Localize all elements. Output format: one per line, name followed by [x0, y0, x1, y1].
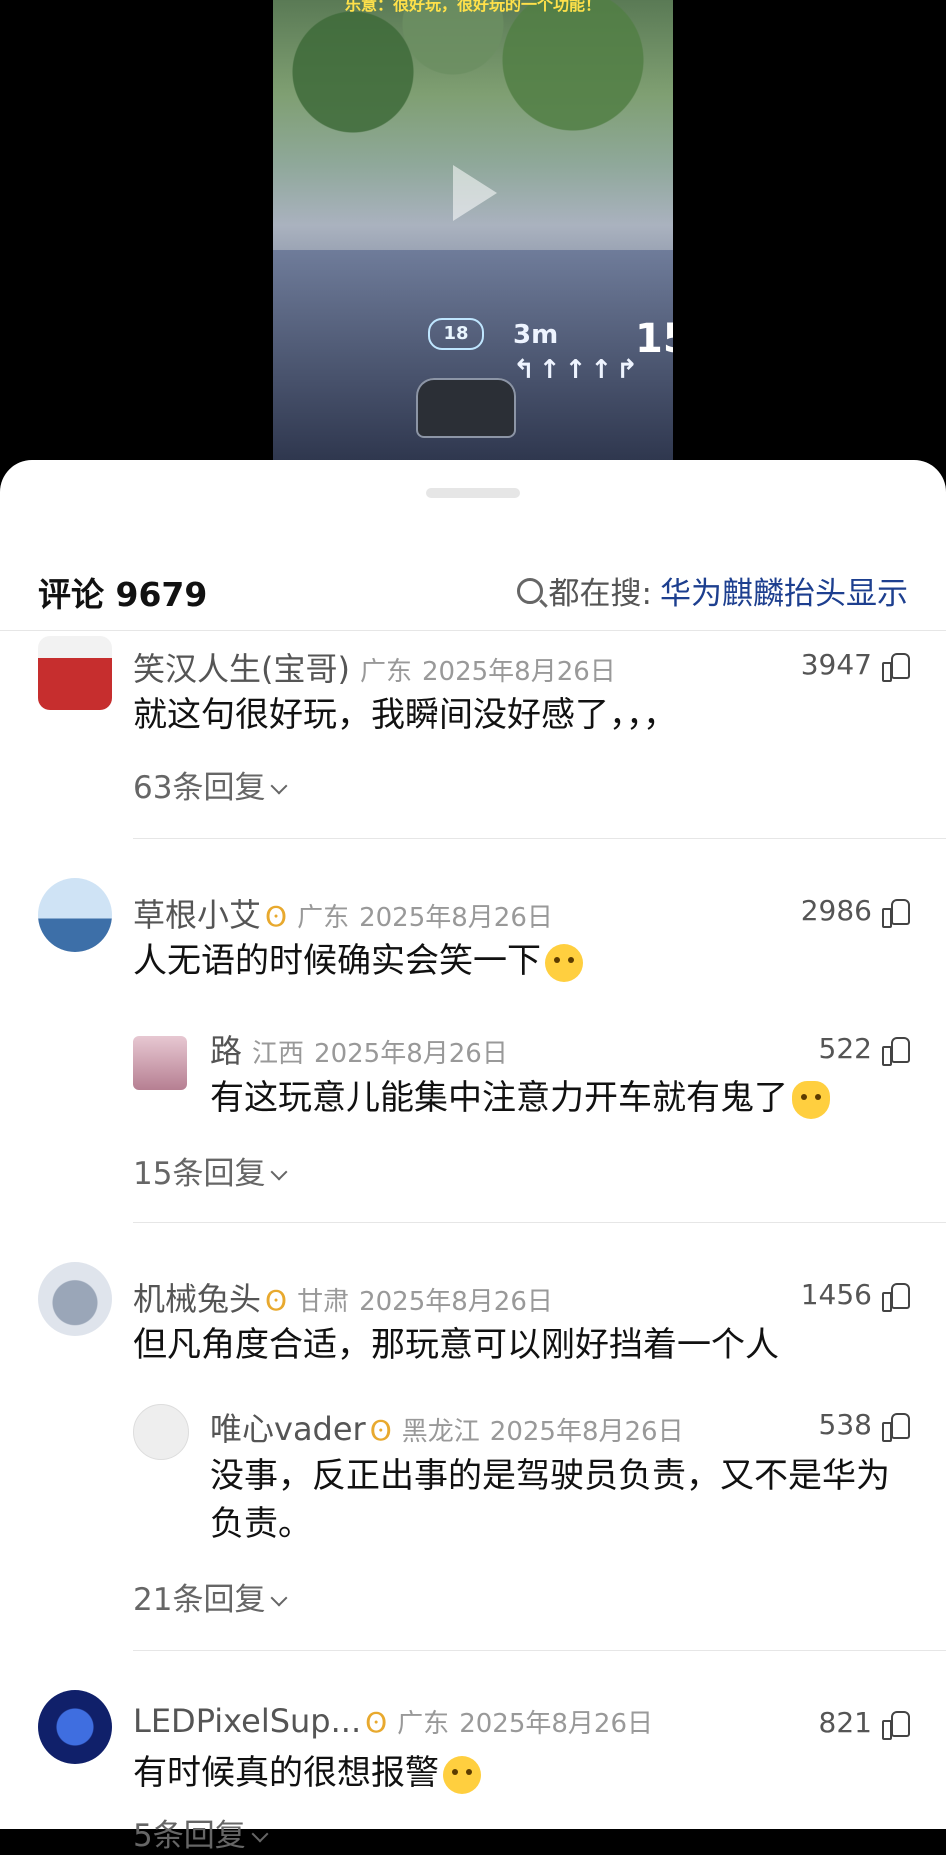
vip-badge-icon: ʘ [369, 1414, 392, 1447]
cat-face-emoji-icon [792, 1080, 830, 1119]
avatar[interactable] [133, 1404, 189, 1460]
video-player[interactable]: 乐意：很好玩，很好玩的一个功能！ 18 3m ↰↑↑↑↱ 15 [273, 0, 673, 470]
chevron-down-icon [270, 1589, 288, 1607]
car-image [416, 378, 516, 438]
avatar[interactable] [38, 636, 112, 710]
like-button[interactable]: 522 [819, 1032, 910, 1066]
comment-text: 人无语的时候确实会笑一下 [133, 936, 583, 986]
video-area[interactable]: 乐意：很好玩，很好玩的一个功能！ 18 3m ↰↑↑↑↱ 15 [0, 0, 946, 480]
comment-text: 有时候真的很想报警 [133, 1748, 481, 1798]
search-icon [516, 577, 543, 604]
chevron-down-icon [270, 1163, 288, 1181]
reply-author[interactable]: 唯心vader ʘ 黑龙江 2025年8月26日 [210, 1404, 684, 1450]
reply-text: 没事，反正出事的是驾驶员负责，又不是华为负责。 [210, 1456, 890, 1544]
expand-replies-button[interactable]: 63条回复 [133, 762, 288, 807]
search-suggestion[interactable]: 都在搜: 华为麒麟抬头显示 [516, 568, 908, 613]
search-prefix: 都在搜: [548, 576, 652, 612]
like-button[interactable]: 2986 [801, 894, 910, 928]
reply-text: 有这玩意儿能集中注意力开车就有鬼了 [210, 1074, 910, 1122]
vip-badge-icon: ʘ [265, 1284, 288, 1317]
comment-text: 但凡角度合适，那玩意可以刚好挡着一个人 [133, 1325, 779, 1365]
thumbs-up-icon [882, 898, 910, 928]
comment-divider [133, 1650, 946, 1651]
hud-turn-distance: 3m [513, 320, 559, 350]
drag-handle[interactable] [426, 488, 520, 498]
hud-speed-pill: 18 [428, 318, 484, 350]
expand-replies-button[interactable]: 5条回复 [133, 1810, 269, 1855]
comment-author[interactable]: 笑汉人生(宝哥) 广东 2025年8月26日 [133, 644, 616, 690]
comment-text: 就这句很好玩，我瞬间没好感了，，， [133, 695, 677, 735]
hud-speed: 15 [635, 316, 673, 362]
avatar[interactable] [38, 1690, 112, 1764]
comment-header: 评论 9679 都在搜: 华为麒麟抬头显示 [0, 550, 946, 630]
thumbs-up-icon [882, 1412, 910, 1442]
comment-sheet: 评论 9679 都在搜: 华为麒麟抬头显示 笑汉人生(宝哥) 广东 2025年8月2… [0, 460, 946, 1854]
like-button[interactable]: 821 [819, 1706, 910, 1740]
chevron-down-icon [270, 777, 288, 795]
avatar[interactable] [133, 1036, 187, 1090]
play-icon[interactable] [453, 165, 497, 221]
comment-divider [133, 1222, 946, 1223]
vip-badge-icon: ʘ [365, 1706, 388, 1739]
like-button[interactable]: 1456 [801, 1278, 910, 1312]
comment-divider [133, 838, 946, 839]
avatar[interactable] [38, 878, 112, 952]
comment-author[interactable]: 机械兔头 ʘ 甘肃 2025年8月26日 [133, 1274, 553, 1320]
thumbs-up-icon [882, 652, 910, 682]
avatar[interactable] [38, 1262, 112, 1336]
chevron-down-icon [251, 1825, 269, 1843]
comment-author[interactable]: 草根小艾 ʘ 广东 2025年8月26日 [133, 890, 553, 936]
hud-lane-arrows-icon: ↰↑↑↑↱ [513, 355, 642, 385]
comment-author[interactable]: LEDPixelSup... ʘ 广东 2025年8月26日 [133, 1702, 653, 1740]
thumbs-up-icon [882, 1036, 910, 1066]
video-caption: 乐意：很好玩，很好玩的一个功能！ [344, 0, 601, 14]
expand-replies-button[interactable]: 15条回复 [133, 1148, 288, 1193]
crying-emoji-icon [443, 1755, 481, 1794]
header-divider [0, 630, 946, 631]
thumbs-up-icon [882, 1710, 910, 1740]
reply-author[interactable]: 路江西 2025年8月26日 [210, 1026, 508, 1072]
comment-count: 评论 9679 [38, 575, 208, 614]
thumbs-up-icon [882, 1282, 910, 1312]
laugh-cry-emoji-icon [545, 943, 583, 982]
like-button[interactable]: 3947 [801, 648, 910, 682]
like-button[interactable]: 538 [819, 1408, 910, 1442]
expand-replies-button[interactable]: 21条回复 [133, 1574, 288, 1619]
search-term[interactable]: 华为麒麟抬头显示 [660, 568, 908, 613]
vip-badge-icon: ʘ [265, 900, 288, 933]
